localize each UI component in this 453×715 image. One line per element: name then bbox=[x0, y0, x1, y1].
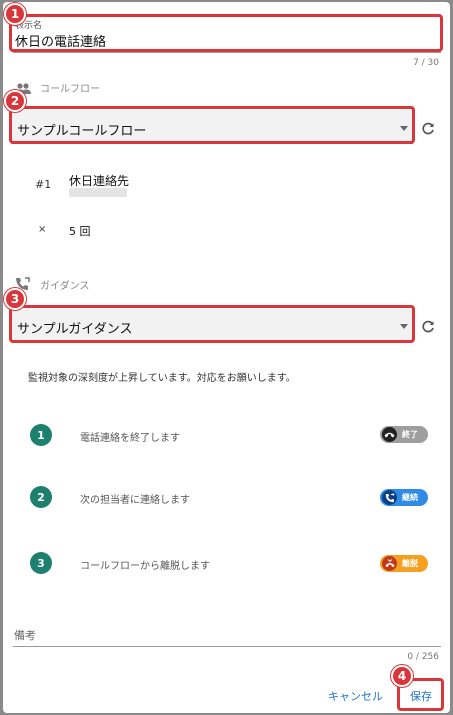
contact-name: 休日連絡先 bbox=[69, 174, 130, 188]
highlight-box-callflow bbox=[9, 106, 415, 144]
guidance-message: 監視対象の深刻度が上昇しています。対応をお願いします。 bbox=[28, 373, 296, 384]
step-text: 電話連絡を終了します bbox=[80, 433, 180, 444]
callflow-refresh-icon[interactable] bbox=[421, 121, 437, 137]
chip-label: 終了 bbox=[402, 430, 418, 439]
continue-chip: 継続 bbox=[380, 489, 428, 506]
notes-counter: 0 / 256 bbox=[407, 652, 439, 662]
step-number: 2 bbox=[30, 486, 52, 508]
phone-forward-icon bbox=[382, 490, 397, 505]
chip-label: 継続 bbox=[402, 493, 418, 502]
highlight-box-guidance bbox=[9, 305, 415, 343]
chip-label: 離脱 bbox=[402, 559, 418, 568]
notes-input[interactable] bbox=[14, 618, 440, 646]
phone-exit-icon bbox=[382, 556, 397, 571]
cancel-button[interactable]: キャンセル bbox=[328, 688, 383, 704]
contact-order: #1 bbox=[35, 178, 52, 191]
end-chip: 終了 bbox=[380, 426, 428, 443]
guidance-section-label: ガイダンス bbox=[40, 281, 90, 292]
repeat-multiplier: × bbox=[38, 224, 47, 235]
contact-detail-blurred bbox=[69, 188, 127, 197]
annotation-badge: 2 bbox=[4, 90, 26, 112]
annotation-badge: 4 bbox=[391, 665, 413, 687]
exit-chip: 離脱 bbox=[380, 555, 428, 572]
annotation-badge: 1 bbox=[4, 3, 26, 25]
step-number: 1 bbox=[30, 424, 52, 446]
step-text: 次の担当者に連絡します bbox=[80, 495, 190, 506]
repeat-count: 5 回 bbox=[69, 225, 91, 238]
hangup-icon bbox=[382, 427, 397, 442]
display-name-underline bbox=[13, 52, 441, 53]
step-text: コールフローから離脱します bbox=[80, 561, 210, 572]
display-name-counter: 7 / 30 bbox=[413, 58, 439, 68]
step-number: 3 bbox=[30, 552, 52, 574]
annotation-badge: 3 bbox=[4, 288, 26, 310]
notes-underline bbox=[13, 646, 441, 647]
highlight-box-display-name bbox=[9, 14, 443, 52]
callflow-section-label: コールフロー bbox=[40, 84, 100, 95]
notification-settings-dialog: 表示名 休日の電話連絡 7 / 30 コールフロー サンプルコールフロー #1 … bbox=[3, 2, 450, 713]
guidance-refresh-icon[interactable] bbox=[421, 319, 437, 335]
